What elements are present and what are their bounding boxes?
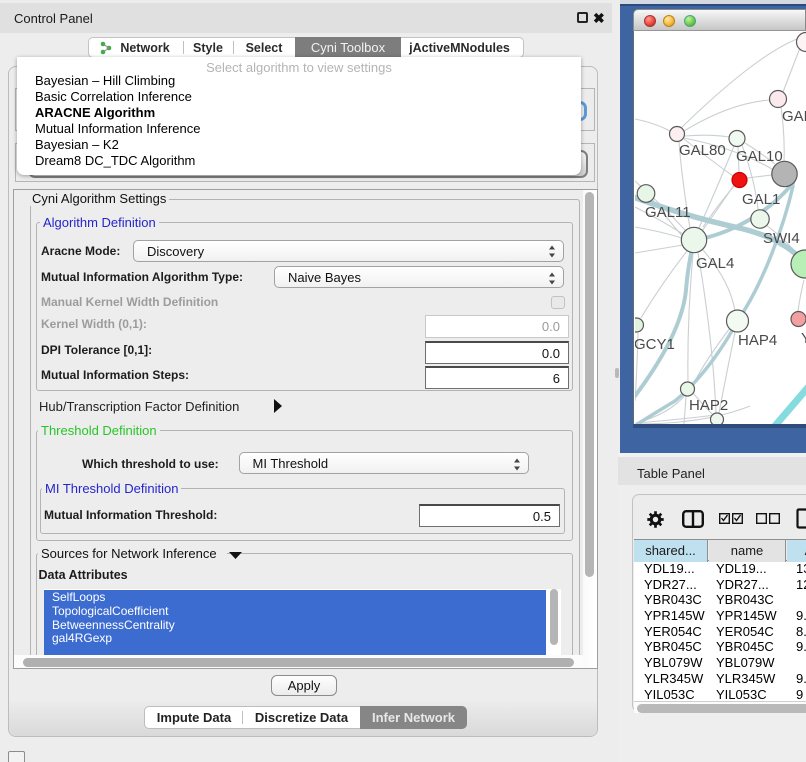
svg-text:GAL80: GAL80 [679,142,726,159]
svg-text:GAL7: GAL7 [782,108,806,125]
svg-text:GAL10: GAL10 [736,148,783,165]
svg-text:SWI4: SWI4 [763,230,800,247]
svg-text:GAL1: GAL1 [742,191,780,208]
svg-text:GCY1: GCY1 [635,336,675,353]
svg-text:Y: Y [801,330,806,347]
svg-text:GAL11: GAL11 [645,204,691,221]
svg-text:GAL4: GAL4 [696,255,734,272]
svg-text:HAP4: HAP4 [738,332,777,349]
svg-text:HAP2: HAP2 [689,397,728,414]
